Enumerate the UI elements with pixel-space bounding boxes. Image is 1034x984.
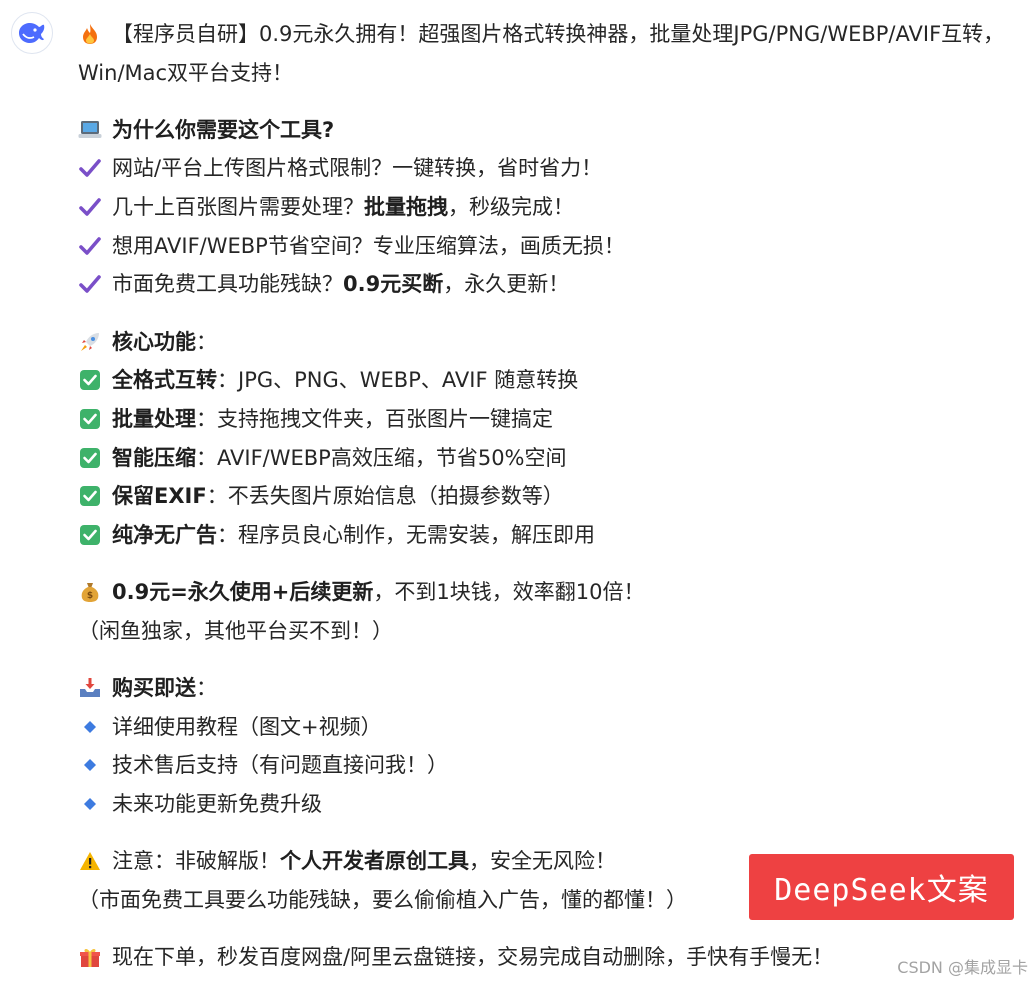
check-box-icon <box>78 368 102 392</box>
feature-item: 全格式互转 ：JPG、PNG、WEBP、AVIF 随意转换 <box>78 365 578 395</box>
gift-item: 未来功能更新免费升级 <box>78 789 322 819</box>
check-box-icon <box>78 446 102 470</box>
features-title: 核心功能： <box>78 327 217 357</box>
fire-icon <box>78 22 102 46</box>
gift-icon <box>78 945 102 969</box>
csdn-watermark: CSDN @集成显卡 <box>897 958 1028 977</box>
gift-item: 详细使用教程（图文+视频） <box>78 712 382 742</box>
inbox-tray-icon <box>78 676 102 700</box>
warning-icon <box>78 849 102 873</box>
blue-diamond-icon <box>78 753 102 777</box>
why-item: 几十上百张图片需要处理？ 批量拖拽 ，秒级完成！ <box>78 192 574 222</box>
why-item: 市面免费工具功能残缺？ 0.9元买断 ，永久更新！ <box>78 269 569 299</box>
deepseek-avatar <box>11 12 53 54</box>
feature-item: 批量处理 ：支持拖拽文件夹，百张图片一键搞定 <box>78 404 553 434</box>
header-line-2: Win/Mac双平台支持！ <box>78 61 294 85</box>
check-box-icon <box>78 523 102 547</box>
svg-text:$: $ <box>87 591 93 601</box>
notice-subline: （市面免费工具要么功能残缺，要么偷偷植入广告，懂的都懂！） <box>78 888 687 912</box>
why-item: 网站/平台上传图片格式限制？一键转换，省时省力！ <box>78 153 602 183</box>
notice-line: 注意：非破解版！ 个人开发者原创工具 ，安全无风险！ <box>78 846 616 876</box>
price-line: $ 0.9元=永久使用+后续更新 ，不到1块钱，效率翻10倍！ <box>78 577 645 607</box>
feature-item: 保留EXIF ：不丢失图片原始信息（拍摄参数等） <box>78 481 564 511</box>
blue-diamond-icon <box>78 792 102 816</box>
gift-title: 购买即送： <box>78 673 217 703</box>
heavy-check-icon <box>78 195 102 219</box>
why-title: 为什么你需要这个工具? <box>78 115 334 145</box>
why-item: 想用AVIF/WEBP节省空间？专业压缩算法，画质无损！ <box>78 231 625 261</box>
gift-item: 技术售后支持（有问题直接问我！） <box>78 750 448 780</box>
deepseek-copy-badge: DeepSeek文案 <box>749 854 1014 920</box>
cta-line: 现在下单，秒发百度网盘/阿里云盘链接，交易完成自动删除，手快有手慢无！ <box>78 942 833 972</box>
deepseek-whale-icon <box>19 23 45 43</box>
heavy-check-icon <box>78 234 102 258</box>
check-box-icon <box>78 484 102 508</box>
money-bag-icon: $ <box>78 580 102 604</box>
heavy-check-icon <box>78 156 102 180</box>
feature-item: 纯净无广告 ：程序员良心制作，无需安装，解压即用 <box>78 520 595 550</box>
laptop-icon <box>78 118 102 142</box>
rocket-icon <box>78 330 102 354</box>
header-line-1: 【程序员自研】0.9元永久拥有！超强图片格式转换神器，批量处理JPG/PNG/W… <box>78 19 1004 49</box>
heavy-check-icon <box>78 272 102 296</box>
blue-diamond-icon <box>78 715 102 739</box>
feature-item: 智能压缩 ：AVIF/WEBP高效压缩，节省50%空间 <box>78 443 567 473</box>
price-subline: （闲鱼独家，其他平台买不到！） <box>78 619 393 643</box>
check-box-icon <box>78 407 102 431</box>
